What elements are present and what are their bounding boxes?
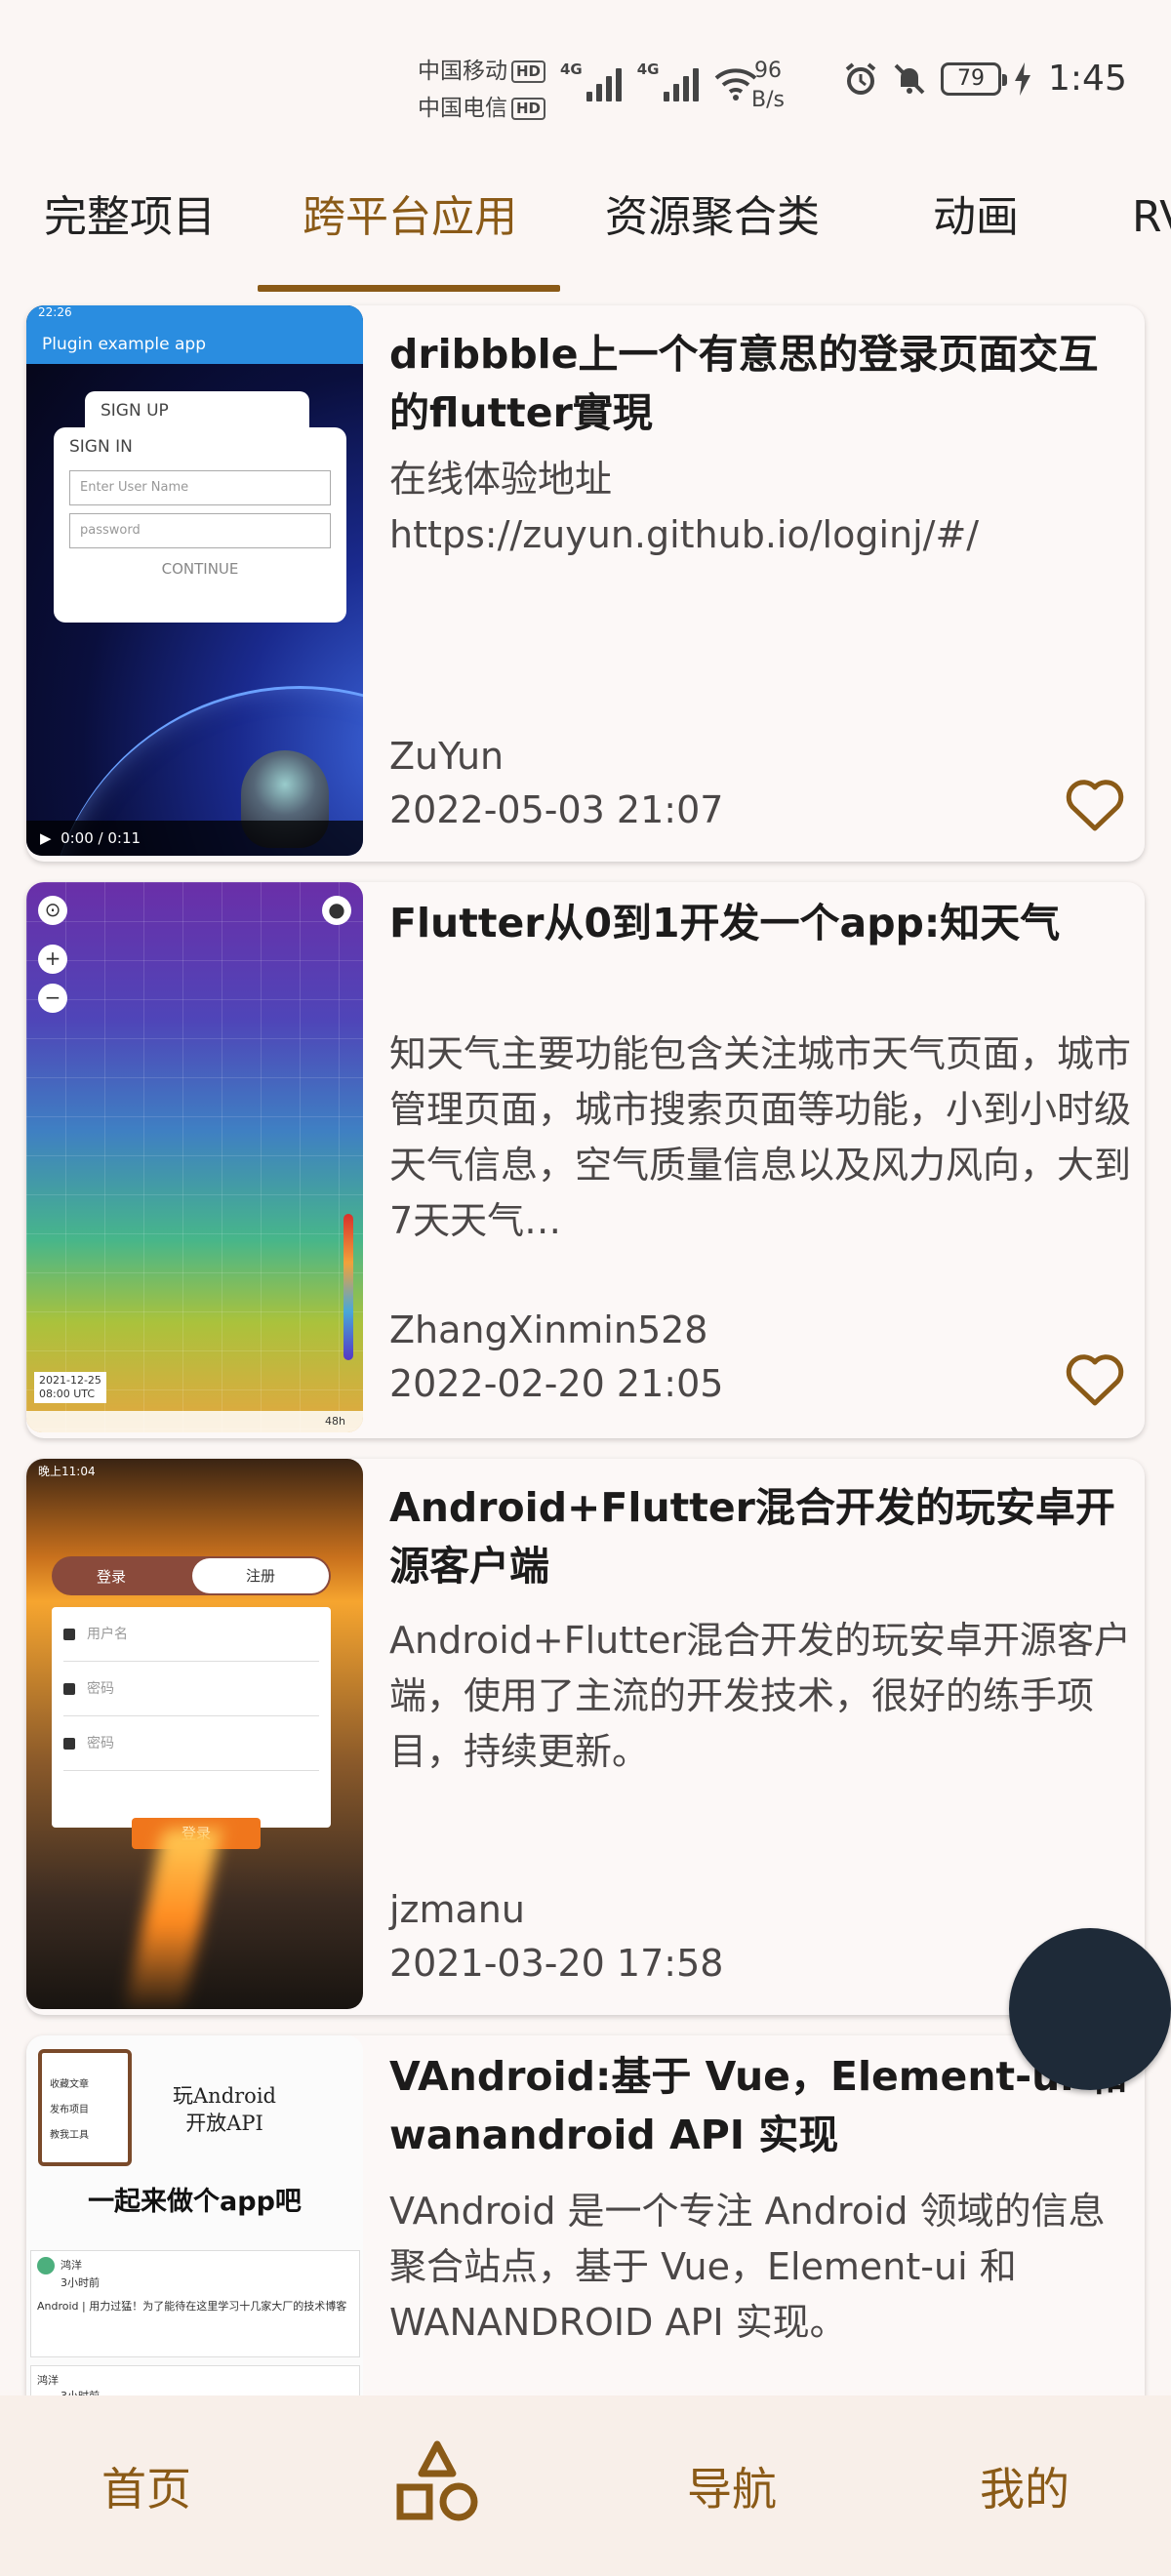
- thumb-segment: 登录 注册: [52, 1556, 331, 1595]
- city-lights-graphic: [123, 1830, 222, 2009]
- card-description: 知天气主要功能包含关注城市天气页面，城市管理页面，城市搜索页面等功能，小到小时级…: [389, 1032, 1132, 1242]
- nav-home[interactable]: 首页: [49, 2454, 244, 2518]
- mic-icon: ●: [322, 896, 351, 925]
- network-speed: 96 B/s: [751, 59, 785, 112]
- project-card[interactable]: ⊙ + − ● 2021-12-25 08:00 UTC 48h Flutter从…: [26, 882, 1145, 1438]
- clipboard-graphic: 收藏文章 发布项目 教我工具: [38, 2049, 132, 2166]
- card-title: Android+Flutter混合开发的玩安卓开源客户端: [389, 1484, 1115, 1590]
- project-thumbnail: 晚上11:04 登录 注册 用户名 密码 密码 登录: [26, 1459, 363, 2009]
- network-type-2: 4G: [636, 60, 660, 78]
- video-controls: ▶ 0:00 / 0:11: [26, 821, 363, 856]
- floating-action-button[interactable]: [1009, 1928, 1171, 2090]
- map-timestamp: 2021-12-25 08:00 UTC: [34, 1372, 106, 1403]
- tab-rv[interactable]: RV: [1132, 174, 1171, 295]
- wifi-icon: [714, 68, 756, 101]
- network-type-1: 4G: [560, 60, 583, 78]
- project-list[interactable]: 22:26 Plugin example app SIGN UP SIGN IN…: [0, 298, 1171, 2395]
- category-tabs: 完整项目 跨平台应用 资源聚合类 动画 RV: [0, 174, 1171, 295]
- carrier-info: 中国移动 HD 中国电信 HD: [418, 53, 546, 127]
- tab-cross-platform[interactable]: 跨平台应用: [283, 174, 537, 295]
- project-thumbnail: 收藏文章 发布项目 教我工具 玩Android 开放API 一起来做个app吧 …: [26, 2035, 363, 2395]
- favorite-heart-icon[interactable]: [1065, 778, 1125, 832]
- battery-icon: 79: [941, 61, 1007, 96]
- locate-icon: ⊙: [38, 896, 67, 925]
- carrier-2: 中国电信: [418, 96, 507, 121]
- card-title: VAndroid:基于 Vue，Element-ui 和 wanandroid …: [389, 2053, 1128, 2158]
- project-card[interactable]: 22:26 Plugin example app SIGN UP SIGN IN…: [26, 305, 1145, 862]
- alarm-icon: [845, 61, 876, 95]
- tab-indicator: [258, 285, 560, 292]
- signal-indicators: 4G 4G: [560, 60, 757, 101]
- tab-resource-aggregation[interactable]: 资源聚合类: [586, 174, 839, 295]
- project-card[interactable]: 收藏文章 发布项目 教我工具 玩Android 开放API 一起来做个app吧 …: [26, 2035, 1145, 2395]
- mute-icon: [894, 63, 925, 94]
- thumb-heading: 玩Android 开放API: [173, 2084, 276, 2135]
- card-description: VAndroid 是一个专注 Android 领域的信息聚合站点，基于 Vue，…: [389, 2190, 1106, 2344]
- thumb-appbar: Plugin example app: [26, 325, 363, 364]
- card-title: Flutter从0到1开发一个app:知天气: [389, 900, 1061, 946]
- signal-icon: [663, 62, 699, 101]
- map-grid: [26, 882, 363, 1432]
- thumb-login-form: 用户名 密码 密码: [52, 1607, 331, 1828]
- thumb-slogan: 一起来做个app吧: [88, 2187, 302, 2217]
- card-description: 在线体验地址 https://zuyun.github.io/loginj/#/: [389, 458, 980, 556]
- card-date: 2021-03-20 17:58: [389, 1942, 724, 1985]
- thumb-signin-form: SIGN IN Enter User Name password CONTINU…: [54, 427, 346, 623]
- nav-mine[interactable]: 我的: [927, 2454, 1122, 2518]
- tab-complete-projects[interactable]: 完整项目: [18, 174, 242, 295]
- project-shapes-icon[interactable]: [390, 2436, 484, 2530]
- card-author: ZuYun: [389, 735, 505, 778]
- tab-animation[interactable]: 动画: [898, 174, 1054, 295]
- thumb-feed-item: 鸿洋 3小时前: [30, 2365, 360, 2395]
- map-timeline: 48h: [26, 1411, 363, 1432]
- bottom-navigation: 首页 导航 我的: [0, 2395, 1171, 2576]
- hd-badge: HD: [511, 60, 546, 83]
- hd-badge: HD: [511, 98, 546, 120]
- project-thumbnail: ⊙ + − ● 2021-12-25 08:00 UTC 48h: [26, 882, 363, 1432]
- card-description: Android+Flutter混合开发的玩安卓开源客户端，使用了主流的开发技术，…: [389, 1619, 1132, 1773]
- project-card[interactable]: 晚上11:04 登录 注册 用户名 密码 密码 登录 Android+Flutt…: [26, 1459, 1145, 2015]
- temperature-legend: [343, 1214, 353, 1360]
- zoom-out-icon: −: [38, 984, 67, 1013]
- card-date: 2022-02-20 21:05: [389, 1362, 724, 1405]
- nav-navigation[interactable]: 导航: [634, 2454, 829, 2518]
- charging-icon: [1015, 61, 1030, 96]
- project-thumbnail: 22:26 Plugin example app SIGN UP SIGN IN…: [26, 305, 363, 856]
- thumb-feed-item: 鸿洋 3小时前 Android | 用力过猛！为了能待在这里学习十几家大厂的技术…: [30, 2250, 360, 2357]
- carrier-1: 中国移动: [418, 59, 507, 84]
- favorite-heart-icon[interactable]: [1065, 1352, 1125, 1407]
- card-author: jzmanu: [389, 1888, 525, 1931]
- status-bar: 中国移动 HD 中国电信 HD 4G 4G 96 B/s 79 1:45: [0, 0, 1171, 166]
- card-date: 2022-05-03 21:07: [389, 788, 724, 831]
- card-author: ZhangXinmin528: [389, 1308, 708, 1351]
- zoom-in-icon: +: [38, 945, 67, 974]
- signal-icon: [586, 62, 622, 101]
- clock: 1:45: [1048, 59, 1127, 99]
- avatar: [37, 2257, 55, 2274]
- card-title: dribbble上一个有意思的登录页面交互的flutter實現: [389, 331, 1099, 436]
